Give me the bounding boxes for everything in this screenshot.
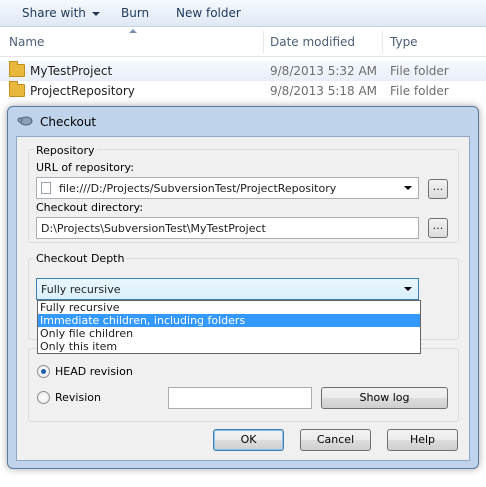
revision-label[interactable]: Revision bbox=[55, 391, 101, 404]
folder-icon bbox=[9, 61, 25, 77]
depth-option-only-this-item[interactable]: Only this item bbox=[38, 340, 420, 353]
checkout-depth-selected: Fully recursive bbox=[41, 283, 121, 296]
file-row[interactable]: MyTestProject 9/8/2013 5:32 AM File fold… bbox=[0, 61, 486, 81]
repository-group-label: Repository bbox=[34, 144, 97, 157]
share-with-label: Share with bbox=[22, 6, 86, 20]
checkout-depth-dropdown-list: Fully recursive Immediate children, incl… bbox=[37, 300, 421, 354]
checkout-depth-combobox[interactable]: Fully recursive bbox=[36, 278, 419, 300]
url-value: file:///D:/Projects/SubversionTest/Proje… bbox=[59, 182, 337, 195]
revision-radio[interactable] bbox=[37, 391, 50, 404]
head-revision-radio[interactable] bbox=[37, 365, 50, 378]
checkout-directory-label: Checkout directory: bbox=[36, 201, 144, 214]
file-icon bbox=[41, 182, 51, 194]
url-label: URL of repository: bbox=[36, 161, 134, 174]
folder-icon bbox=[9, 81, 25, 97]
file-name: MyTestProject bbox=[30, 64, 113, 78]
head-revision-label[interactable]: HEAD revision bbox=[55, 365, 133, 378]
new-folder-button[interactable]: New folder bbox=[176, 6, 241, 20]
sort-ascending-icon bbox=[129, 29, 137, 33]
dialog-title: Checkout bbox=[40, 115, 97, 129]
dialog-title-bar[interactable]: Checkout bbox=[8, 107, 478, 136]
tortoisesvn-checkout-icon bbox=[17, 116, 33, 126]
column-header-name[interactable]: Name bbox=[9, 35, 44, 49]
checkout-directory-input[interactable]: D:\Projects\SubversionTest\MyTestProject bbox=[36, 217, 419, 239]
column-divider[interactable] bbox=[263, 31, 264, 53]
chevron-down-icon bbox=[91, 11, 100, 16]
ok-button[interactable]: OK bbox=[213, 429, 284, 451]
url-combobox[interactable]: file:///D:/Projects/SubversionTest/Proje… bbox=[36, 177, 419, 199]
dialog-client-area: Repository URL of repository: file:///D:… bbox=[16, 136, 470, 461]
column-divider[interactable] bbox=[382, 31, 383, 53]
file-date: 9/8/2013 5:32 AM bbox=[270, 64, 378, 78]
depth-option-fully-recursive[interactable]: Fully recursive bbox=[38, 301, 420, 314]
burn-button[interactable]: Burn bbox=[121, 6, 149, 20]
cancel-button[interactable]: Cancel bbox=[300, 429, 371, 451]
chevron-down-icon bbox=[404, 287, 412, 291]
help-button[interactable]: Help bbox=[387, 429, 458, 451]
browse-directory-button[interactable]: ... bbox=[428, 218, 448, 238]
file-type: File folder bbox=[390, 84, 449, 98]
chevron-down-icon bbox=[404, 186, 412, 190]
file-type: File folder bbox=[390, 64, 449, 78]
share-with-button[interactable]: Share with bbox=[22, 6, 100, 20]
depth-option-immediate-children[interactable]: Immediate children, including folders bbox=[38, 314, 420, 327]
explorer-toolbar: Share with Burn New folder bbox=[0, 0, 486, 27]
browse-url-button[interactable]: ... bbox=[428, 179, 448, 199]
show-log-button[interactable]: Show log bbox=[321, 387, 448, 409]
checkout-dialog: Checkout Repository URL of repository: f… bbox=[7, 106, 479, 469]
file-date: 9/8/2013 5:18 AM bbox=[270, 84, 378, 98]
revision-input[interactable] bbox=[168, 387, 312, 409]
column-header-date-modified[interactable]: Date modified bbox=[270, 35, 355, 49]
checkout-depth-group-label: Checkout Depth bbox=[34, 252, 127, 265]
revision-group bbox=[28, 348, 459, 422]
column-header-bar: Name Date modified Type bbox=[0, 27, 486, 57]
file-name: ProjectRepository bbox=[30, 84, 135, 98]
file-row[interactable]: ProjectRepository 9/8/2013 5:18 AM File … bbox=[0, 81, 486, 101]
depth-option-only-file-children[interactable]: Only file children bbox=[38, 327, 420, 340]
column-header-type[interactable]: Type bbox=[390, 35, 418, 49]
